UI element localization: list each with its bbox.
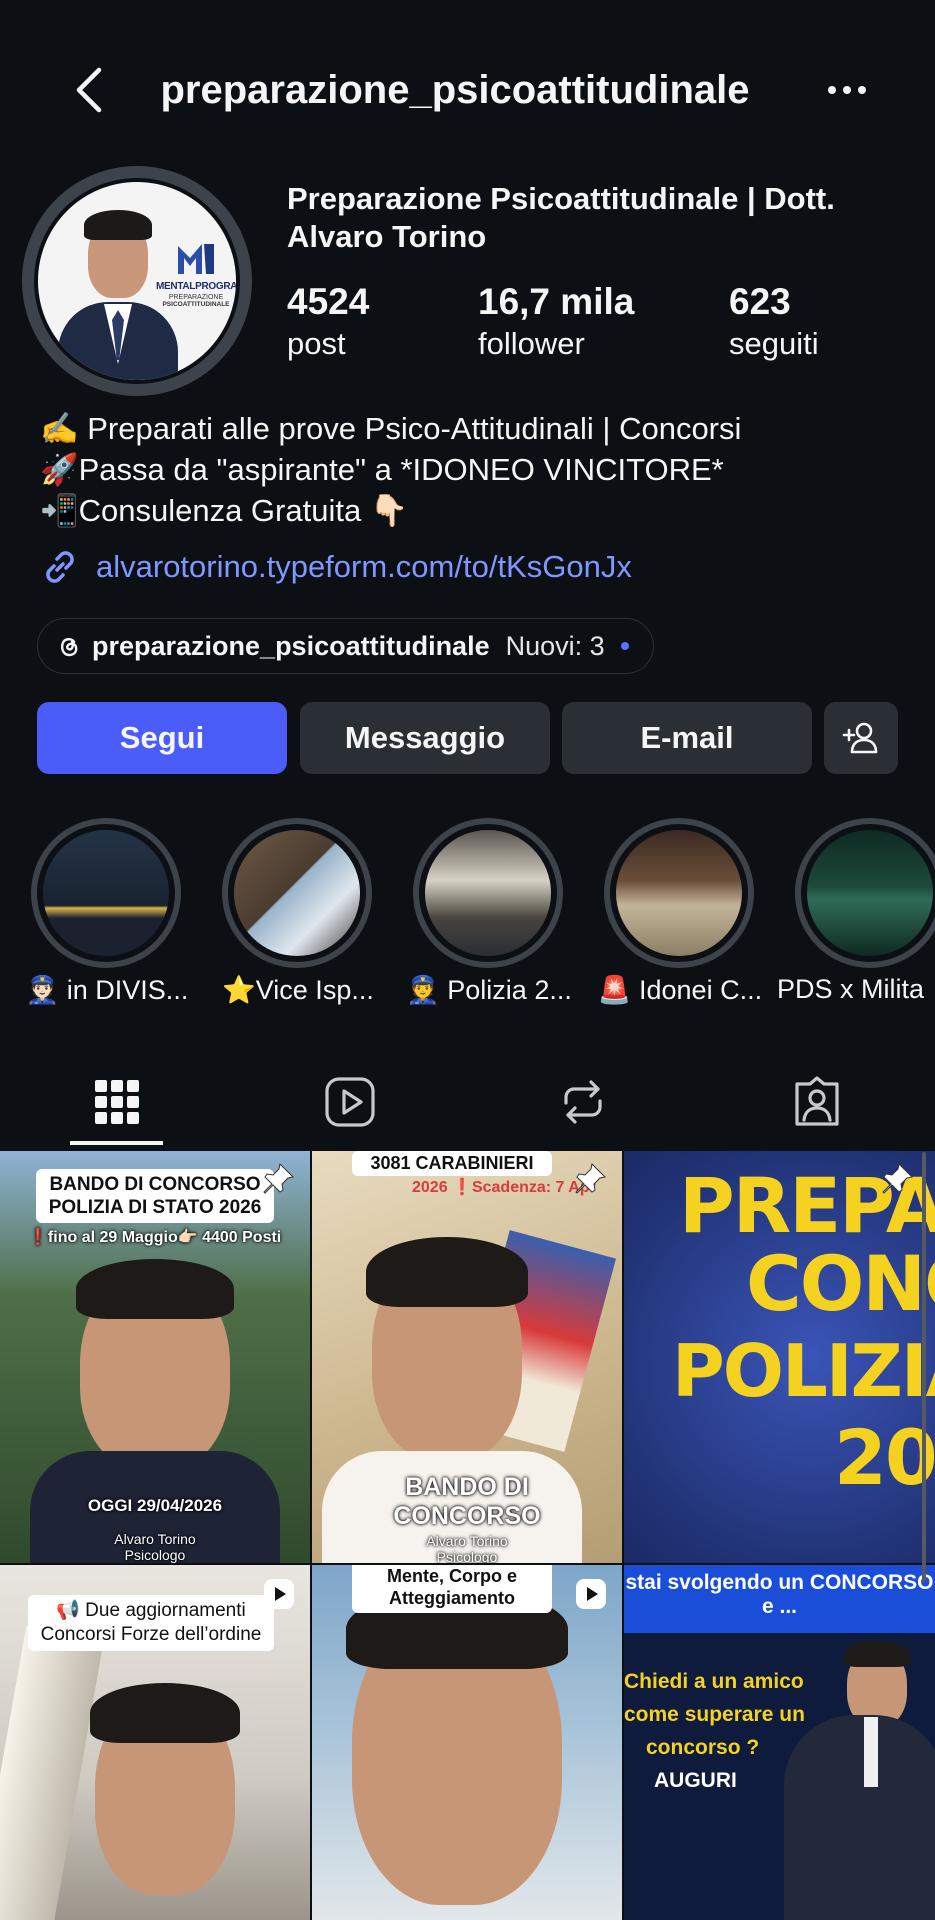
stat-followers-label: follower [478,326,585,361]
highlight-item[interactable]: 🚨 Idonei C... [598,818,762,1005]
post-caption: 3081 CARABINIERI [352,1151,552,1176]
threads-icon [60,638,78,657]
bio-line: 📲Consulenza Gratuita 👇🏻 [40,493,409,528]
pin-icon [263,1162,295,1194]
highlight-cover [807,830,933,956]
post-credit: Alvaro Torino Psicologo [426,1533,508,1563]
reel-badge-icon [576,1579,606,1609]
post-credit: Alvaro Torino Psicologo [114,1531,196,1563]
chevron-left-icon [76,67,102,113]
highlight-item[interactable]: PDS x Milita [777,818,935,1004]
profile-link[interactable]: alvarotorino.typeform.com/to/tKsGonJx [40,545,632,589]
highlight-item[interactable]: 👮🏻 in DIVIS... [26,818,188,1005]
highlight-cover [616,830,742,956]
suggested-accounts-button[interactable] [824,702,898,774]
highlight-label: 👮 Polizia 2... [406,975,572,1005]
highlight-cover [234,830,360,956]
bio-line: 🚀Passa da "aspirante" a *IDONEO VINCITOR… [40,452,724,487]
post-caption: Mente, Corpo e Atteggiamento [352,1565,552,1613]
follow-button[interactable]: Segui [37,702,287,774]
reels-icon [325,1077,375,1127]
tab-posts-grid[interactable] [0,1060,234,1144]
back-button[interactable] [68,62,108,118]
pin-icon [882,1162,914,1194]
stat-posts[interactable]: 4524 post [287,280,369,364]
profile-full-name: Preparazione Psicoattitudinale | Dott. A… [287,181,835,254]
scrollbar[interactable] [922,1152,926,1582]
post-tile[interactable]: PREPARA CONCO POLIZIA D 202 [624,1151,935,1563]
highlight-label: 🚨 Idonei C... [597,975,763,1005]
highlight-label: 👮🏻 in DIVIS... [25,975,189,1005]
stat-followers[interactable]: 16,7 mila follower [478,280,634,364]
post-headline: CONCO [746,1239,935,1328]
link-icon [46,551,74,583]
post-subcaption: ❗️fino al 29 Maggio👉🏻 4400 Posti [28,1229,282,1246]
threads-new-count: Nuovi: 3 [505,630,605,661]
highlight-cover [425,830,551,956]
unread-dot [620,642,629,650]
reel-badge-icon [264,1579,294,1609]
link-text: alvarotorino.typeform.com/to/tKsGonJx [96,549,632,584]
threads-handle: preparazione_psicoattitudinale [92,630,490,661]
stat-following-value: 623 [729,281,791,322]
stat-following[interactable]: 623 seguiti [729,280,819,364]
highlight-item[interactable]: 👮 Polizia 2... [406,818,572,1005]
post-date-overlay: OGGI 29/04/2026 [87,1496,223,1515]
tab-reposts[interactable] [466,1060,700,1144]
bio-line: ✍️ Preparati alle prove Psico-Attitudina… [40,411,742,446]
tab-tagged[interactable] [700,1060,934,1144]
post-tile[interactable]: 3081 CARABINIERI 2026 ❗️Scadenza: 7 Apr … [312,1151,622,1563]
stat-following-label: seguiti [729,326,819,361]
post-banner: BANDO DI CONCORSO [393,1473,541,1530]
threads-badge[interactable]: preparazione_psicoattitudinale Nuovi: 3 [37,618,654,674]
post-tile[interactable]: stai svolgendo un CONCORSO e ... Chiedi a… [624,1565,935,1920]
highlight-item[interactable]: ⭐️Vice Isp... [222,818,374,1005]
active-tab-indicator [70,1141,163,1145]
avatar-photo: MENTALPROGRAM PREPARAZIONE PSICOATTITUDI… [38,182,236,380]
mentalprogram-logo: MENTALPROGRAM PREPARAZIONE PSICOATTITUDI… [156,240,236,308]
message-button[interactable]: Messaggio [300,702,550,774]
post-top-banner: stai svolgendo un CONCORSO e ... [624,1565,935,1633]
email-button[interactable]: E-mail [562,702,812,774]
reposts-icon [564,1080,602,1124]
stat-posts-label: post [287,326,346,361]
add-person-icon [842,722,878,754]
highlight-label: ⭐️Vice Isp... [222,975,374,1005]
post-caption: BANDO DI CONCORSO POLIZIA DI STATO 2026 [36,1169,274,1223]
stat-followers-value: 16,7 mila [478,281,635,322]
tab-reels[interactable] [233,1060,467,1144]
more-dots-icon [828,86,866,94]
post-headline: POLIZIA D [672,1329,935,1413]
post-tile[interactable]: Mente, Corpo e Atteggiamento [312,1565,622,1920]
highlight-cover [43,830,169,956]
profile-bio: ✍️ Preparati alle prove Psico-Attitudina… [40,408,910,531]
pin-icon [575,1162,607,1194]
post-tile[interactable]: 📢 Due aggiornamenti Concorsi Forze dell’o… [0,1565,310,1920]
tagged-icon [795,1076,839,1126]
profile-username-title: preparazione_psicoattitudinale [160,68,750,112]
profile-avatar[interactable]: MENTALPROGRAM PREPARAZIONE PSICOATTITUDI… [22,166,252,396]
highlight-label: PDS x Milita [777,974,925,1004]
more-options-button[interactable] [815,62,879,118]
post-question: Chiedi a un amico come superare un conco… [624,1670,805,1792]
post-headline: 202 [834,1413,935,1502]
stat-posts-value: 4524 [287,281,370,322]
post-tile[interactable]: BANDO DI CONCORSO POLIZIA DI STATO 2026 ❗… [0,1151,310,1563]
grid-icon [95,1080,139,1124]
post-caption: 📢 Due aggiornamenti Concorsi Forze dell’o… [28,1595,274,1651]
